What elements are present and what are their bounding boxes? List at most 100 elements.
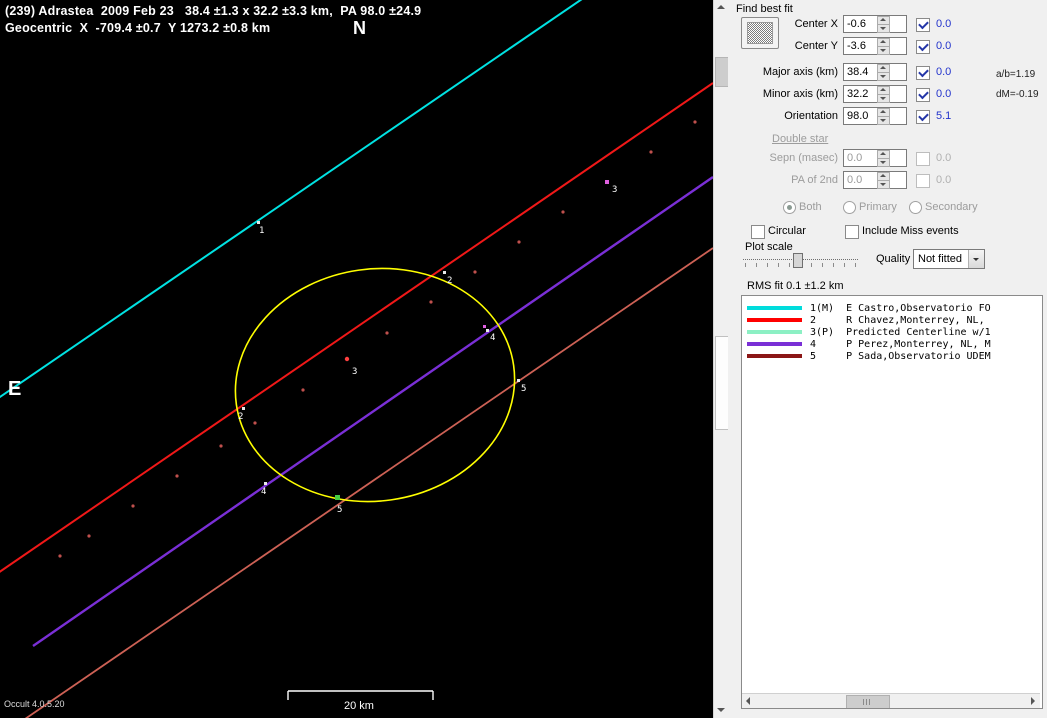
legend-row-4[interactable]: 4 P Perez,Monterrey, NL, M <box>742 338 1042 350</box>
center-y-stat: 0.0 <box>936 40 952 52</box>
scroll-left-button[interactable] <box>742 694 757 708</box>
legend-row-3[interactable]: 3(P) Predicted Centerline w/1 <box>742 326 1042 338</box>
scroll-up-button[interactable] <box>714 0 729 16</box>
center-y-spinner[interactable] <box>877 38 890 55</box>
chord-2-line[interactable] <box>0 82 713 573</box>
center-x-checkbox[interactable] <box>916 18 930 32</box>
splitter-handle[interactable] <box>715 336 729 430</box>
major-axis-checkbox[interactable] <box>916 66 930 80</box>
double-star-radio-row: Both Primary Secondary <box>728 199 1047 219</box>
pa-of-2nd-input[interactable] <box>843 171 907 189</box>
orientation-label: Orientation <box>784 110 838 122</box>
pa-of-2nd-row: PA of 2nd 0.0 <box>728 171 1047 191</box>
scale-bar-label: 20 km <box>344 700 374 712</box>
svg-text:4: 4 <box>261 487 266 497</box>
legend-row-text: 4 P Perez,Monterrey, NL, M <box>810 338 991 350</box>
orientation-input[interactable] <box>843 107 907 125</box>
chevron-down-icon[interactable] <box>968 250 984 268</box>
center-x-row: Center X 0.0 <box>728 15 1047 35</box>
include-miss-events-checkbox[interactable] <box>845 225 859 239</box>
pa-of-2nd-label: PA of 2nd <box>791 174 838 186</box>
quality-label: Quality <box>876 253 911 265</box>
horizontal-scrollbar-thumb[interactable] <box>846 695 890 708</box>
legend-row-1[interactable]: 1(M) E Castro,Observatorio FO <box>742 302 1042 314</box>
chord-5-green-marker <box>335 495 340 500</box>
major-axis-label: Major axis (km) <box>762 66 838 78</box>
app-version-label: Occult 4.0.5.20 <box>4 699 65 709</box>
circular-label: Circular <box>768 225 806 237</box>
major-axis-spinner[interactable] <box>877 64 890 81</box>
svg-text:3: 3 <box>612 185 617 195</box>
pa-of-2nd-checkbox[interactable] <box>916 174 930 188</box>
svg-text:5: 5 <box>337 505 342 515</box>
quality-dropdown[interactable]: Not fitted <box>913 249 985 269</box>
occultation-plot[interactable]: 1 2 2 3 3 4 4 5 5 20 km (239) Adrastea 2… <box>0 0 713 718</box>
sepn-input[interactable] <box>843 149 907 167</box>
svg-text:5: 5 <box>521 384 526 394</box>
radio-primary-label: Primary <box>859 201 897 213</box>
vertical-scrollbar[interactable] <box>713 0 730 718</box>
legend-row-5[interactable]: 5 P Sada,Observatorio UDEM <box>742 350 1042 362</box>
minor-axis-stat: 0.0 <box>936 88 952 100</box>
sepn-spinner[interactable] <box>877 150 890 167</box>
scroll-right-button[interactable] <box>1025 694 1040 708</box>
orientation-stat: 5.1 <box>936 110 952 122</box>
include-miss-events-label: Include Miss events <box>862 225 959 237</box>
plot-scale-slider[interactable] <box>743 252 858 268</box>
orientation-checkbox[interactable] <box>916 110 930 124</box>
legend-row-text: 3(P) Predicted Centerline w/1 <box>810 326 991 338</box>
sepn-stat: 0.0 <box>936 152 952 164</box>
chord-5-swatch <box>747 354 802 358</box>
north-direction-label: N <box>353 18 366 38</box>
sepn-label: Sepn (masec) <box>769 152 838 164</box>
slider-thumb[interactable] <box>793 253 803 268</box>
axis-ratio-value: a/b=1.19 <box>996 69 1036 80</box>
legend-row-2[interactable]: 2 R Chavez,Monterrey, NL, <box>742 314 1042 326</box>
pa-of-2nd-spinner[interactable] <box>877 172 890 189</box>
horizontal-scrollbar[interactable] <box>742 693 1040 708</box>
center-point <box>344 356 350 362</box>
radio-secondary[interactable] <box>909 201 922 214</box>
scroll-down-button[interactable] <box>714 702 729 718</box>
svg-text:1: 1 <box>259 226 264 236</box>
sepn-checkbox[interactable] <box>916 152 930 166</box>
observer-legend-list[interactable]: 1(M) E Castro,Observatorio FO 2 R Chavez… <box>741 295 1043 709</box>
panel-title: Find best fit <box>736 3 793 15</box>
legend-row-text: 2 R Chavez,Monterrey, NL, <box>810 314 985 326</box>
chord-1-line[interactable] <box>0 0 585 399</box>
major-axis-stat: 0.0 <box>936 66 952 78</box>
double-star-section-title: Double star <box>772 133 829 145</box>
center-y-row: Center Y 0.0 <box>728 37 1047 57</box>
east-direction-label: E <box>8 378 22 400</box>
options-row: Circular Include Miss events <box>728 223 1047 243</box>
orientation-row: Orientation 5.1 <box>728 107 1047 127</box>
major-axis-input[interactable] <box>843 63 907 81</box>
chord-4-line[interactable] <box>32 176 713 647</box>
quality-dropdown-value: Not fitted <box>918 253 963 265</box>
center-x-input[interactable] <box>843 15 907 33</box>
radio-both[interactable] <box>783 201 796 214</box>
chord-event-markers <box>242 180 609 500</box>
center-y-checkbox[interactable] <box>916 40 930 54</box>
center-y-input[interactable] <box>843 37 907 55</box>
chord-4-swatch <box>747 342 802 346</box>
find-best-fit-panel: Find best fit Center X 0.0 Center Y 0.0 … <box>728 0 1047 718</box>
radio-primary[interactable] <box>843 201 856 214</box>
chord-1-swatch <box>747 306 802 310</box>
orientation-spinner[interactable] <box>877 108 890 125</box>
svg-text:2: 2 <box>447 276 452 286</box>
center-x-label: Center X <box>794 18 838 30</box>
center-x-stat: 0.0 <box>936 18 952 30</box>
minor-axis-checkbox[interactable] <box>916 88 930 102</box>
minor-axis-spinner[interactable] <box>877 86 890 103</box>
predicted-centerline-dots <box>58 120 697 558</box>
center-x-spinner[interactable] <box>877 16 890 33</box>
circular-checkbox[interactable] <box>751 225 765 239</box>
rms-fit-label: RMS fit 0.1 ±1.2 km <box>747 280 844 292</box>
sepn-row: Sepn (masec) 0.0 <box>728 149 1047 169</box>
pa-of-2nd-stat: 0.0 <box>936 174 952 186</box>
svg-text:2: 2 <box>238 412 243 422</box>
minor-axis-input[interactable] <box>843 85 907 103</box>
legend-row-text: 5 P Sada,Observatorio UDEM <box>810 350 991 362</box>
dm-value: dM=-0.19 <box>996 89 1039 100</box>
